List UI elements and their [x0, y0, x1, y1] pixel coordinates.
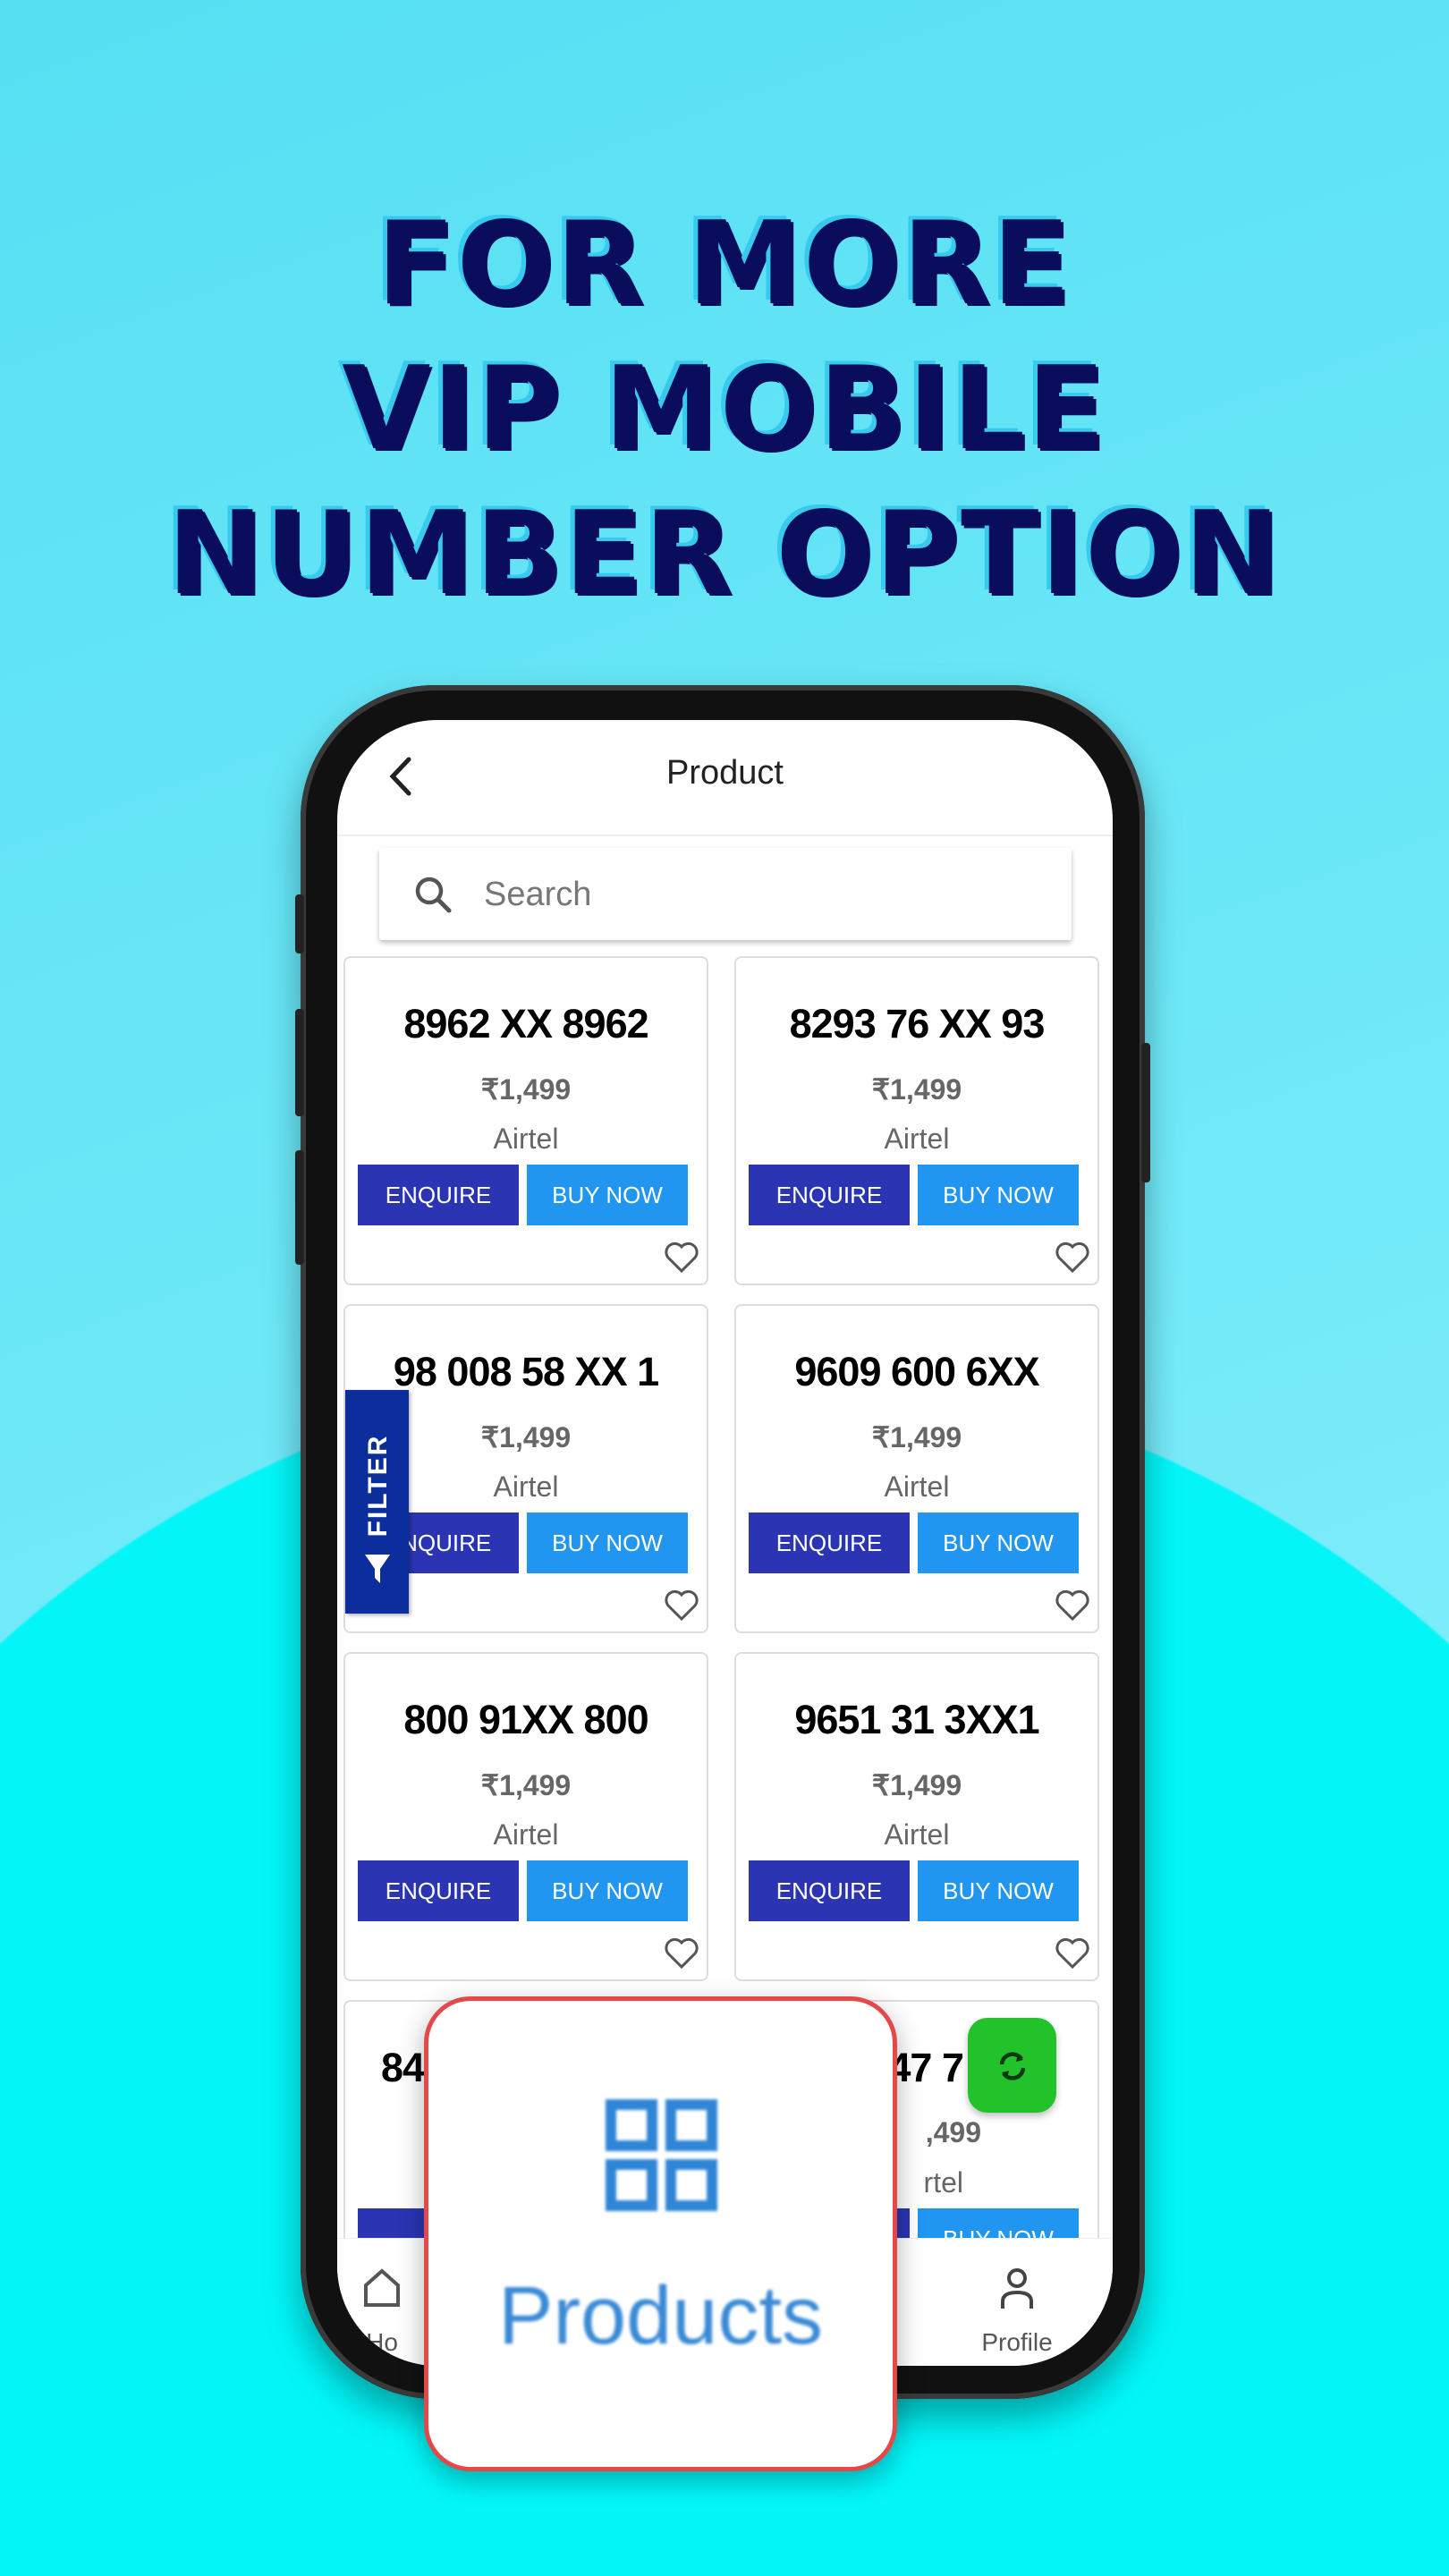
phone-number: 8293 76 XX 93 [789, 1001, 1046, 1046]
buy-now-button[interactable]: BUY NOW [918, 1165, 1079, 1225]
enquire-button[interactable]: ENQUIRE [358, 1165, 519, 1225]
search-icon [415, 877, 452, 913]
buy-now-button[interactable]: BUY NOW [918, 2208, 1079, 2238]
phone-side-button [1141, 1043, 1150, 1182]
price: ₹1,499 [871, 1769, 962, 1801]
favorite-button[interactable] [664, 1241, 699, 1278]
favorite-button[interactable] [1055, 1937, 1090, 1974]
price: ₹1,499 [480, 1073, 572, 1106]
page-title: Product [666, 754, 784, 792]
operator: Airtel [884, 1818, 950, 1851]
product-card[interactable]: 9651 31 3XX1 ₹1,499 Airtel ENQUIRE BUY NOW [734, 1652, 1099, 1981]
product-card[interactable]: 8962 XX 8962 ₹1,499 Airtel ENQUIRE BUY NOW [343, 956, 708, 1285]
enquire-button[interactable]: ENQUIRE [749, 1860, 910, 1921]
price: ₹1,499 [480, 1769, 572, 1801]
operator: Airtel [493, 1818, 559, 1851]
phone-side-button [295, 894, 304, 953]
home-icon [364, 2268, 400, 2307]
nav-profile-label: Profile [981, 2328, 1053, 2356]
headline-line: NUMBER OPTION [166, 487, 1283, 621]
buy-now-button[interactable]: BUY NOW [918, 1513, 1079, 1573]
nav-profile[interactable]: Profile [945, 2239, 1089, 2366]
favorite-button[interactable] [664, 1589, 699, 1626]
favorite-button[interactable] [1055, 1241, 1090, 1278]
headline-line: VIP MOBILE [342, 343, 1107, 476]
search-bar[interactable] [379, 848, 1072, 940]
favorite-button[interactable] [1055, 1589, 1090, 1626]
headline-line: FOR MORE [377, 198, 1072, 331]
enquire-button[interactable]: ENQUIRE [749, 1513, 910, 1573]
profile-icon [1001, 2268, 1033, 2309]
enquire-button[interactable]: ENQUIRE [358, 1860, 519, 1921]
phone-side-button [295, 1150, 304, 1265]
filter-button[interactable]: FILTER [345, 1390, 409, 1614]
search-input[interactable] [482, 870, 1040, 919]
grid-icon [606, 2099, 717, 2211]
favorite-button[interactable] [664, 1937, 699, 1974]
phone-side-button [295, 1009, 304, 1116]
heart-icon [664, 1937, 699, 1973]
product-card[interactable]: 800 91XX 800 ₹1,499 Airtel ENQUIRE BUY NOW [343, 1652, 708, 1981]
heart-icon [1055, 1589, 1090, 1625]
buy-now-button[interactable]: BUY NOW [527, 1165, 688, 1225]
buy-now-button[interactable]: BUY NOW [918, 1860, 1079, 1921]
operator: Airtel [493, 1123, 559, 1155]
refresh-button[interactable] [968, 2018, 1056, 2113]
price: ₹1,499 [871, 1421, 962, 1453]
app-header: Product [337, 720, 1113, 836]
product-card[interactable]: 9609 600 6XX ₹1,499 Airtel ENQUIRE BUY NOW [734, 1304, 1099, 1633]
heart-icon [664, 1589, 699, 1625]
enquire-button[interactable]: ENQUIRE [749, 1165, 910, 1225]
phone-number: 9651 31 3XX1 [794, 1697, 1039, 1742]
phone-number: 98 008 58 XX 1 [393, 1349, 659, 1394]
operator: Airtel [884, 1470, 950, 1503]
phone-number: 8962 XX 8962 [403, 1001, 648, 1046]
phone-number: 800 91XX 800 [403, 1697, 648, 1742]
filter-label: FILTER [363, 1434, 393, 1538]
refresh-icon [999, 2052, 1026, 2080]
phone-number: 9609 600 6XX [794, 1349, 1039, 1394]
buy-now-button[interactable]: BUY NOW [527, 1513, 688, 1573]
heart-icon [1055, 1937, 1090, 1973]
operator: Airtel [884, 1123, 950, 1155]
buy-now-button[interactable]: BUY NOW [527, 1860, 688, 1921]
headline: FOR MORE VIP MOBILE NUMBER OPTION [0, 192, 1449, 627]
product-card[interactable]: 8293 76 XX 93 ₹1,499 Airtel ENQUIRE BUY NOW [734, 956, 1099, 1285]
heart-icon [1055, 1241, 1090, 1277]
heart-icon [664, 1241, 699, 1277]
funnel-icon [365, 1555, 390, 1583]
products-tab-callout[interactable]: Products [424, 1996, 897, 2471]
products-tab-label: Products [497, 2270, 824, 2361]
price: ₹1,499 [871, 1073, 962, 1106]
